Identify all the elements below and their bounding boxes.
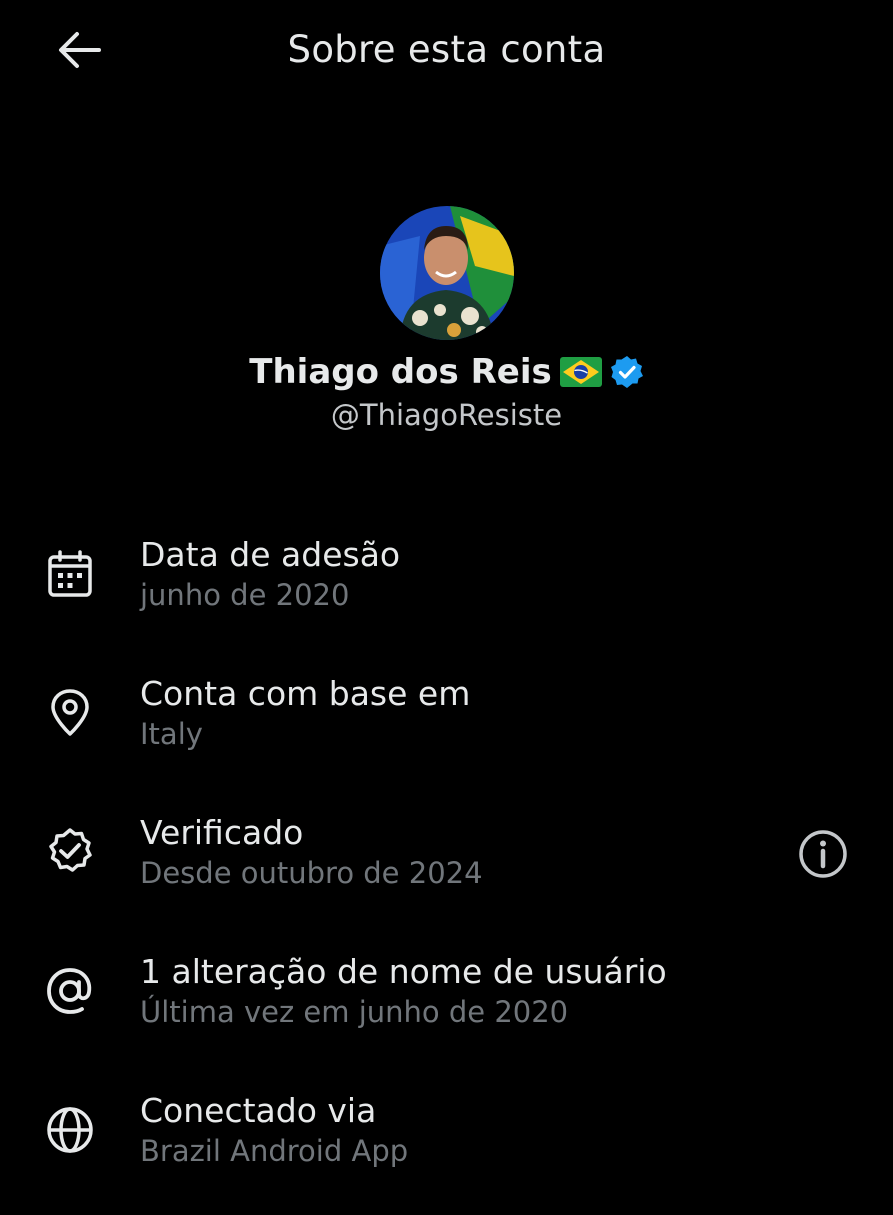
item-label: Conectado via — [140, 1091, 377, 1130]
item-value: Desde outubro de 2024 — [140, 856, 483, 890]
page-title: Sobre esta conta — [287, 28, 606, 71]
verified-checkmark-icon[interactable] — [610, 355, 644, 389]
list-item-username-changes: 1 alteração de nome de usuário Última ve… — [0, 937, 893, 1076]
username-handle: @ThiagoResiste — [330, 398, 563, 432]
item-value: Última vez em junho de 2020 — [140, 995, 569, 1029]
display-name: Thiago dos Reis — [249, 352, 552, 392]
verified-badge-icon — [40, 822, 100, 882]
list-item-verified: Verificado Desde outubro de 2024 — [0, 798, 893, 937]
item-value: Italy — [140, 717, 203, 751]
item-label: Data de adesão — [140, 535, 401, 574]
calendar-icon — [40, 544, 100, 604]
list-item-connected-via: Conectado via Brazil Android App — [0, 1076, 893, 1215]
profile-section: Thiago dos Reis @ThiagoResiste — [0, 206, 893, 432]
top-bar: Sobre esta conta — [0, 0, 893, 100]
info-icon — [799, 830, 847, 878]
item-label: Conta com base em — [140, 674, 471, 713]
item-label: 1 alteração de nome de usuário — [140, 952, 667, 991]
brazil-flag-icon — [559, 357, 602, 387]
globe-icon — [40, 1100, 100, 1160]
avatar-image — [379, 206, 514, 340]
location-pin-icon — [40, 683, 100, 743]
list-item-join-date: Data de adesão junho de 2020 — [0, 520, 893, 659]
avatar[interactable] — [379, 206, 514, 340]
list-item-account-based-in: Conta com base em Italy — [0, 659, 893, 798]
item-value: Brazil Android App — [140, 1134, 409, 1168]
at-sign-icon — [40, 961, 100, 1021]
account-info-list: Data de adesão junho de 2020 Conta com b… — [0, 520, 893, 1215]
verified-info-button[interactable] — [793, 824, 853, 884]
item-value: junho de 2020 — [140, 578, 350, 612]
item-label: Verificado — [140, 813, 304, 852]
name-row: Thiago dos Reis — [0, 348, 893, 396]
